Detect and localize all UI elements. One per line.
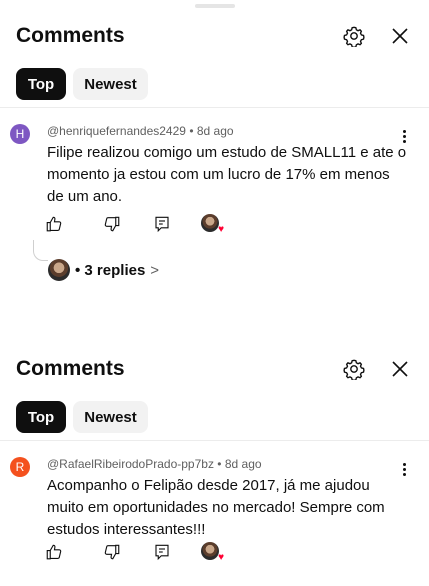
comment-meta: @RafaelRibeirodoPrado-pp7bz • 8d ago <box>47 457 262 471</box>
view-replies-button[interactable]: • 3 replies > <box>48 259 159 281</box>
comment-age: 8d ago <box>196 124 234 138</box>
comments-panel-2: Comments Top Newest R @RafaelRibeirodoPr… <box>0 333 429 586</box>
reply-icon <box>155 216 169 233</box>
comment-meta: @henriquefernandes2429 • 8d ago <box>47 124 234 138</box>
tab-newest[interactable]: Newest <box>73 68 148 100</box>
creator-avatar <box>201 542 219 560</box>
panel-title: Comments <box>16 24 125 47</box>
divider <box>0 440 429 441</box>
close-icon <box>392 28 408 44</box>
avatar[interactable]: H <box>10 124 30 144</box>
settings-gear-icon <box>343 26 365 47</box>
comment-author[interactable]: @RafaelRibeirodoPrado-pp7bz <box>47 457 214 471</box>
reply-thread-line <box>33 240 48 261</box>
panel-title: Comments <box>16 357 125 380</box>
meta-separator: • <box>217 457 222 471</box>
settings-button[interactable] <box>340 22 368 50</box>
settings-gear-icon <box>343 359 365 380</box>
like-button[interactable] <box>42 212 66 236</box>
comments-panel-1: Comments Top Newest H @henriquefernandes… <box>0 0 429 330</box>
creator-heart: ♥ <box>199 540 224 564</box>
replies-count: • 3 replies <box>75 261 146 279</box>
thumbs-down-icon <box>104 544 120 560</box>
creator-heart-icon: ♥ <box>201 542 224 563</box>
meta-separator: • <box>189 124 194 138</box>
comment-text: Filipe realizou comigo um estudo de SMAL… <box>47 144 407 205</box>
thumbs-down-icon <box>104 216 120 232</box>
reply-icon <box>155 544 169 561</box>
drag-handle[interactable] <box>195 4 235 8</box>
reply-avatar <box>48 259 70 281</box>
dislike-button[interactable] <box>100 212 124 236</box>
tab-newest[interactable]: Newest <box>73 401 148 433</box>
settings-button[interactable] <box>340 355 368 383</box>
dislike-button[interactable] <box>100 540 124 564</box>
reply-button[interactable] <box>150 540 174 564</box>
close-button[interactable] <box>386 355 414 383</box>
divider <box>0 107 429 108</box>
comment-author[interactable]: @henriquefernandes2429 <box>47 124 186 138</box>
tab-top[interactable]: Top <box>16 68 66 100</box>
avatar[interactable]: R <box>10 457 30 477</box>
thumbs-up-icon <box>46 216 62 232</box>
close-button[interactable] <box>386 22 414 50</box>
thumbs-up-icon <box>46 544 62 560</box>
comment-age: 8d ago <box>224 457 262 471</box>
like-button[interactable] <box>42 540 66 564</box>
creator-heart: ♥ <box>199 212 224 236</box>
chevron-right-icon: > <box>150 261 160 279</box>
reply-button[interactable] <box>150 212 174 236</box>
comment-text: Acompanho o Felipão desde 2017, já me aj… <box>47 477 385 538</box>
tab-top[interactable]: Top <box>16 401 66 433</box>
creator-heart-icon: ♥ <box>201 214 224 235</box>
creator-avatar <box>201 214 219 232</box>
close-icon <box>392 361 408 377</box>
